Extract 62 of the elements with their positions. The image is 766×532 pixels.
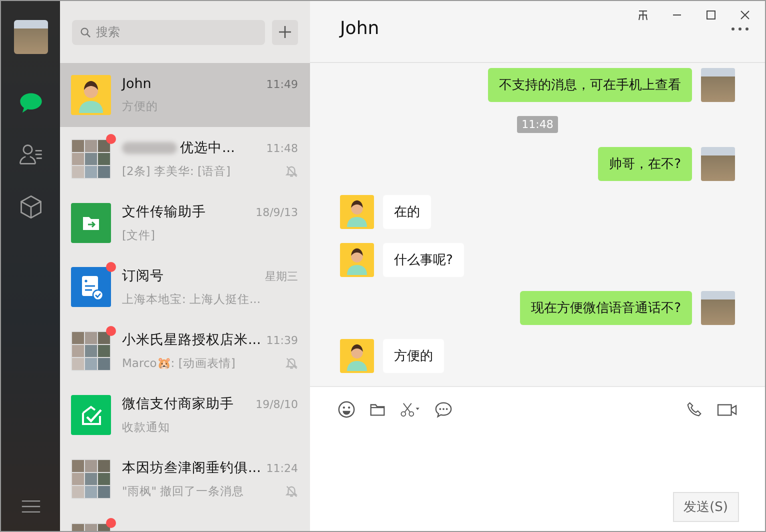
- chat-time: 11:48: [266, 142, 298, 154]
- cube-icon[interactable]: [18, 194, 44, 220]
- profile-photo[interactable]: [14, 20, 48, 54]
- chat-list-item[interactable]: 订阅号 星期三 上海本地宝: 上海人挺住...: [60, 255, 310, 319]
- menu-icon[interactable]: [20, 498, 40, 514]
- folder-icon: [71, 203, 111, 243]
- checkmark-house-icon: [71, 395, 111, 435]
- chat-list-item[interactable]: 本因坊叁津阁垂钓俱... 11:24 "雨枫" 撤回了一条消息: [60, 447, 310, 511]
- message-bubble: 在的: [383, 195, 431, 229]
- chat-name: John: [122, 76, 152, 92]
- chat-list-item[interactable]: 微信支付商家助手 19/8/10 收款通知: [60, 383, 310, 447]
- message-bubble: 什么事呢?: [383, 243, 464, 277]
- chat-time: 11:49: [266, 78, 298, 90]
- sender-photo[interactable]: [701, 147, 735, 181]
- group-photo-grid: [71, 331, 111, 371]
- pin-icon[interactable]: [637, 9, 649, 21]
- chat-time: 11:39: [266, 334, 298, 346]
- chat-name: 本因坊叁津阁垂钓俱...: [122, 459, 261, 477]
- send-button[interactable]: 发送(S): [672, 492, 739, 522]
- message-preview: Marco🐹: [动画表情]: [122, 356, 236, 371]
- message-preview: 上海本地宝: 上海人挺住...: [122, 292, 260, 307]
- chat-time: 18/9/13: [256, 206, 298, 218]
- message-bubble: 帅哥，在不?: [598, 147, 692, 181]
- close-icon[interactable]: [739, 9, 751, 21]
- chat-name: 文件传输助手: [122, 203, 206, 221]
- chat-time: 19/8/10: [256, 398, 298, 410]
- maximize-icon[interactable]: [705, 9, 717, 21]
- chat-name: 小米氏星路授权店米...: [122, 331, 261, 349]
- chat-bubble-icon[interactable]: [434, 400, 453, 419]
- message-time: 11:48: [516, 116, 558, 133]
- more-icon[interactable]: [731, 26, 749, 30]
- chat-time: 星期三: [265, 268, 298, 284]
- chat-name: 微信支付商家助手: [122, 395, 234, 413]
- message-bubble: 现在方便微信语音通话不?: [520, 291, 692, 325]
- avatar-silhouette[interactable]: [340, 339, 374, 373]
- avatar-silhouette[interactable]: [340, 243, 374, 277]
- message-bubble: 方便的: [383, 339, 444, 373]
- search-field[interactable]: 搜索: [72, 20, 265, 44]
- chat-time: 11:24: [266, 462, 298, 474]
- message-preview: 收款通知: [122, 420, 170, 435]
- avatar-silhouette: [71, 75, 111, 115]
- chat-list-item[interactable]: 文件传输助手 18/9/13 [文件]: [60, 191, 310, 255]
- phone-icon[interactable]: [685, 400, 704, 419]
- group-photo-grid: [71, 139, 111, 179]
- sender-photo[interactable]: [701, 68, 735, 102]
- message-preview: [2条] 李美华: [语音]: [122, 164, 230, 179]
- message-preview: [文件]: [122, 228, 155, 243]
- document-check-icon: [71, 267, 111, 307]
- chat-list-item[interactable]: 优选中... 11:48 [2条] 李美华: [语音]: [60, 127, 310, 191]
- add-button[interactable]: [272, 20, 298, 44]
- chat-list-item[interactable]: 小米氏星路授权店米... 11:39 Marco🐹: [动画表情]: [60, 319, 310, 383]
- message-preview: "雨枫" 撤回了一条消息: [122, 484, 244, 499]
- emoji-icon[interactable]: [337, 400, 356, 419]
- chat-name: 订阅号: [122, 267, 164, 285]
- scissors-icon[interactable]: [399, 400, 422, 419]
- chat-title: John: [340, 18, 380, 39]
- plus-icon: [278, 25, 292, 39]
- message-bubble: 不支持的消息，可在手机上查看: [488, 68, 692, 102]
- group-photo-grid: [71, 459, 111, 499]
- sender-photo[interactable]: [701, 291, 735, 325]
- chat-name: 优选中...: [180, 139, 235, 157]
- avatar-silhouette[interactable]: [340, 195, 374, 229]
